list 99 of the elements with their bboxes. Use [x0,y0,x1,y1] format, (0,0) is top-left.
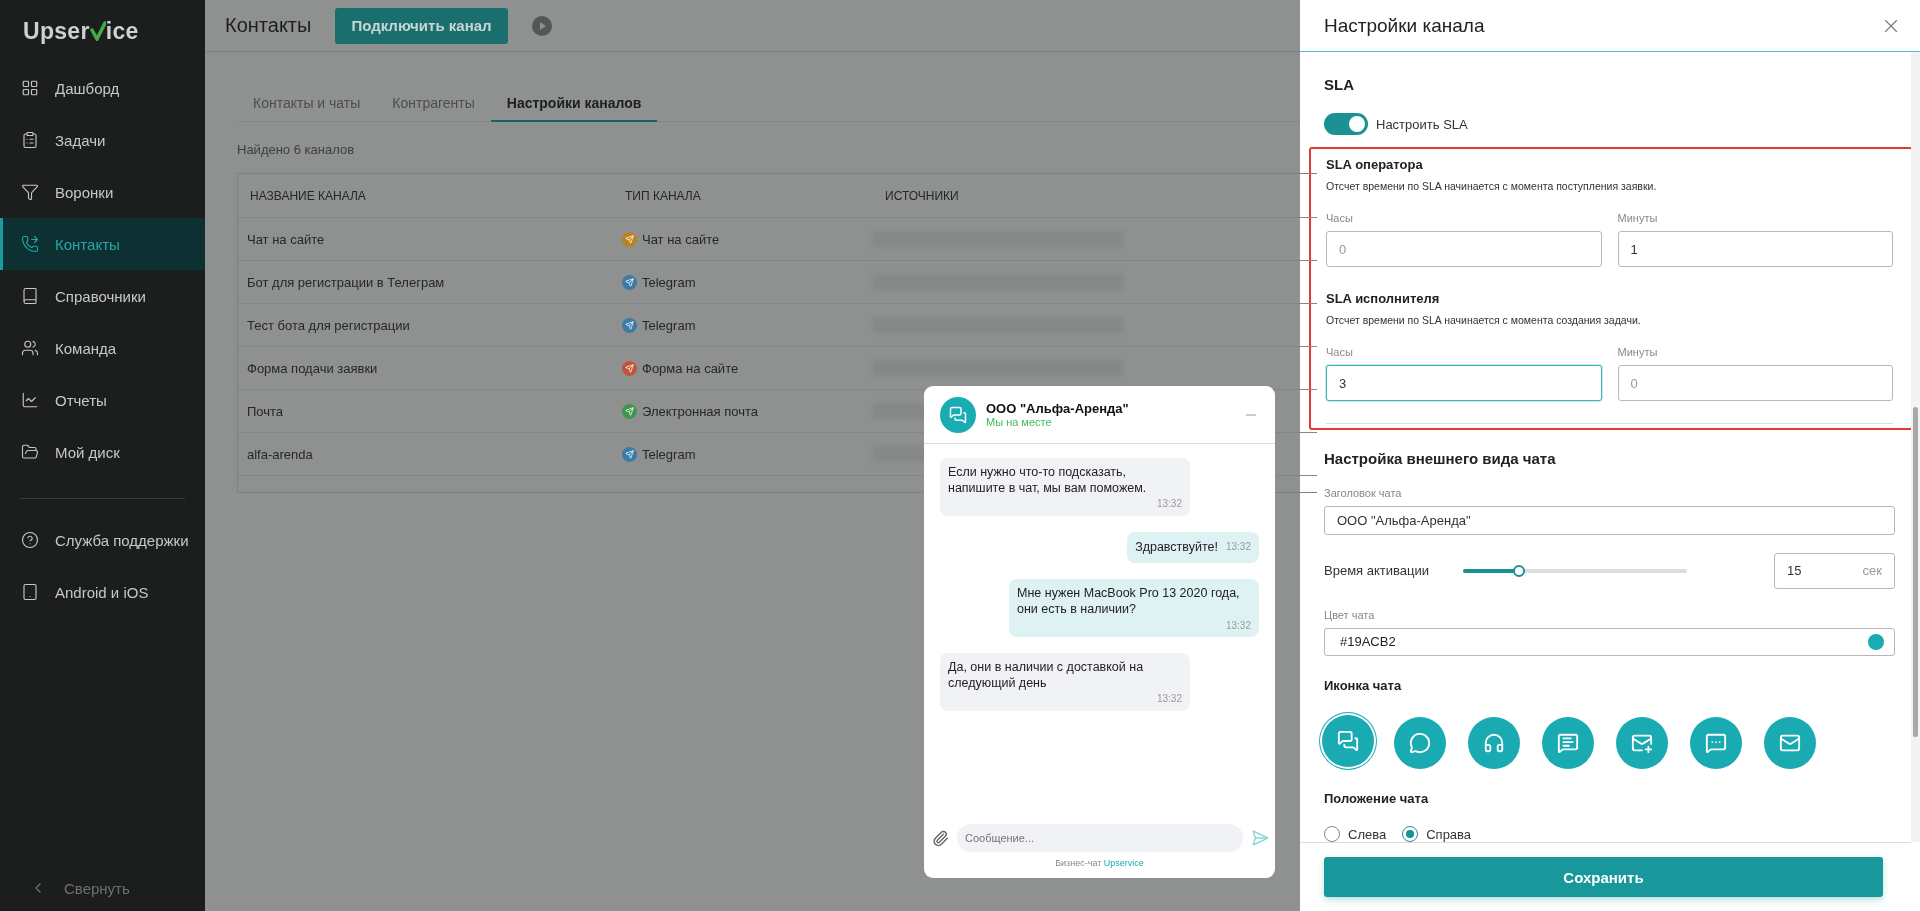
column-header: ТИП КАНАЛА [624,188,702,203]
table-cell-text: alfa-arenda [246,446,314,462]
column-header: НАЗВАНИЕ КАНАЛА [249,188,367,203]
attach-icon[interactable] [932,829,949,847]
line-chart-icon [21,391,39,409]
chat-icon-option[interactable] [1468,717,1520,769]
sla-group-title: SLA исполнителя [1326,291,1441,306]
phone-icon [21,235,39,253]
input-field[interactable]: ООО "Альфа-Аренда" [1324,506,1895,535]
sidebar-item[interactable]: Справочники [0,270,205,322]
panel-title: Настройки канала [1324,14,1485,37]
table-cell: Чат на сайте [613,231,873,247]
chat-bubbles-icon [1337,730,1359,752]
sla-hint: Отсчет времени по SLA начинается с момента поступления заявки. [1326,180,1658,192]
chat-icon-option[interactable] [1764,717,1816,769]
sidebar-item[interactable]: Воронки [0,166,205,218]
sidebar-item[interactable]: Дашборд [0,62,205,114]
section-heading: SLA [1324,76,1355,93]
column-header: ИСТОЧНИКИ [884,188,960,203]
chat-avatar-icon [940,396,976,433]
agent-message: Если нужно что-то подсказать, напишите в чат, мы вам поможем. 13:32 [940,458,1190,516]
table-cell-text: Чат на сайте [246,231,326,247]
tab[interactable]: Настройки каналов [490,86,658,122]
play-icon[interactable] [531,15,552,36]
user-message: Здравствуйте! 13:32 [1127,531,1259,564]
table-cell: Telegram [613,274,873,290]
input-field[interactable]: 0 [1326,231,1602,267]
field-label: Часы [1326,346,1354,358]
table-cell-text: Тест бота для регистрации [246,317,411,333]
sla-hint: Отсчет времени по SLA начинается с момента создания задачи. [1326,314,1642,326]
user-message: Мне нужен MacBook Pro 13 2020 года, они есть в наличии? 13:32 [1009,579,1259,638]
sidebar-item[interactable]: Команда [0,322,205,374]
folder-icon [21,443,39,461]
sidebar-item[interactable]: Контакты [0,218,205,270]
message-text-icon [1557,732,1579,754]
chat-icon-option[interactable] [1690,717,1742,769]
color-field[interactable]: #19ACB2 [1324,627,1895,656]
save-button[interactable]: Сохранить [1324,857,1883,897]
table-cell-text: Почта [246,403,285,419]
input-field[interactable]: 0 [1617,365,1893,401]
sidebar-item[interactable]: Мой диск [0,426,205,478]
chat-footer: Бизнес-чат Upservice [924,852,1275,878]
field-label: Минуты [1617,346,1659,358]
radio-option[interactable]: Слева [1324,826,1387,842]
book-icon [21,287,39,305]
table-cell: Форма на сайте [613,360,873,376]
sidebar-item[interactable]: Android и iOS [0,566,205,618]
message-input[interactable]: Сообщение... [957,824,1243,852]
section-heading: Иконка чата [1324,678,1403,693]
headset-icon [1483,732,1505,754]
found-count: Найдено 6 каналов [237,142,356,157]
unit-label: сек [1862,563,1882,578]
chat-icon-option[interactable] [1394,717,1446,769]
slider-thumb[interactable] [1512,564,1525,577]
help-icon [21,531,39,549]
chat-status: Мы на месте [986,416,1053,428]
number-field[interactable]: 15 сек [1774,552,1895,589]
grid-icon [21,79,39,97]
sidebar-item[interactable]: Отчеты [0,374,205,426]
chat-name: ООО "Альфа-Аренда" [986,401,1130,416]
chat-icon-option[interactable] [1542,717,1594,769]
field-label: Минуты [1617,212,1659,224]
users-icon [21,339,39,357]
slider-label: Время активации [1324,563,1429,578]
logo: Upser ice [22,16,140,46]
table-cell-text: Форма подачи заявки [246,360,379,376]
chat-bubble-icon [1409,732,1431,754]
radio-option[interactable]: Справа [1402,826,1472,842]
checkmark-icon [89,21,106,41]
table-cell: Telegram [613,446,873,462]
table-cell: Telegram [613,317,873,333]
connect-channel-button[interactable]: Подключить канал [335,7,508,44]
chat-icon-option[interactable] [1616,717,1668,769]
field-value: #19ACB2 [1340,634,1396,650]
sidebar-item[interactable]: Задачи [0,114,205,166]
chat-icon-option[interactable] [1322,715,1374,767]
input-field[interactable]: 1 [1617,231,1893,267]
send-icon[interactable] [1251,829,1269,847]
table-cell: Электронная почта [613,403,873,419]
tablet-icon [21,583,39,601]
section-heading: Настройка внешнего вида чата [1324,450,1557,467]
section-heading: Положение чата [1324,791,1430,806]
clipboard-icon [21,131,39,149]
sla-group-title: SLA оператора [1326,157,1424,172]
agent-message: Да, они в наличии с доставкой на следующий день 13:32 [940,653,1190,711]
funnel-icon [21,183,39,201]
mail-icon [1779,732,1801,754]
scrollbar[interactable] [1911,52,1920,842]
input-field[interactable]: 3 [1326,365,1602,401]
field-value: 15 [1787,563,1802,578]
sidebar-item[interactable]: Служба поддержки [0,514,205,566]
message-dots-icon [1705,732,1727,754]
table-cell-text: Бот для регистрации в Телеграм [246,274,446,290]
field-label: Часы [1326,212,1354,224]
field-label: Цвет чата [1324,608,1376,621]
page-title: Контакты [225,14,312,37]
toggle-label: Настроить SLA [1376,116,1468,132]
sla-toggle[interactable] [1324,113,1368,135]
field-label: Заголовок чата [1324,487,1403,499]
